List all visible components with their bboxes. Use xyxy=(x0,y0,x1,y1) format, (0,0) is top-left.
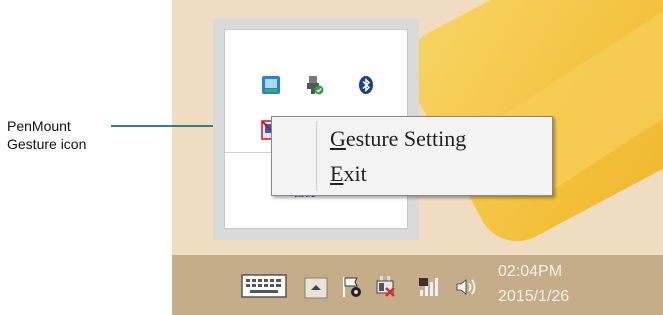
callout-label: PenMount Gesture icon xyxy=(7,117,86,153)
app-icon[interactable] xyxy=(260,74,282,96)
callout-line1: PenMount xyxy=(7,118,71,134)
clock-time[interactable]: 02:04PM xyxy=(498,263,562,281)
keyboard-icon[interactable] xyxy=(241,273,287,299)
volume-icon[interactable] xyxy=(454,276,480,298)
menu-mnemonic-gesture: G xyxy=(330,126,346,151)
menu-mnemonic-exit: E xyxy=(330,161,344,186)
callout-line2: Gesture icon xyxy=(7,136,87,152)
clock-date[interactable]: 2015/1/26 xyxy=(498,288,569,306)
network-signal-icon[interactable] xyxy=(417,276,443,298)
menu-gutter xyxy=(316,121,317,191)
power-icon[interactable] xyxy=(374,274,398,300)
menu-item-exit-label: xit xyxy=(343,161,367,186)
show-hidden-icons-button[interactable] xyxy=(304,277,328,299)
menu-item-gesture-setting[interactable]: Gesture Setting xyxy=(330,126,466,152)
bluetooth-icon[interactable] xyxy=(355,74,377,96)
menu-item-gesture-setting-label: esture Setting xyxy=(345,126,467,151)
gesture-context-menu: Gesture Setting Exit xyxy=(271,116,553,196)
menu-item-exit[interactable]: Exit xyxy=(330,161,367,187)
action-center-flag-icon[interactable] xyxy=(341,275,363,299)
usb-device-icon[interactable] xyxy=(303,74,325,96)
